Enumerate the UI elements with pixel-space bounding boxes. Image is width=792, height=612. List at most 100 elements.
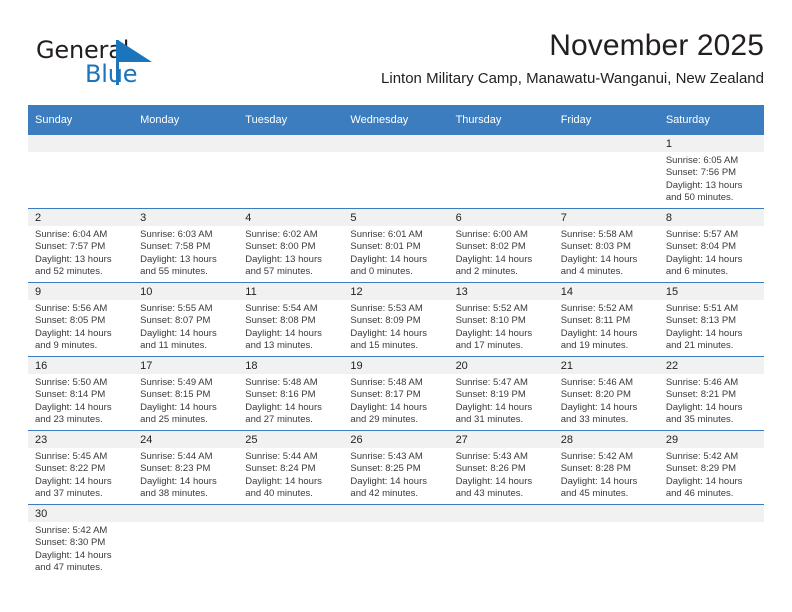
sunrise-time: Sunrise: 6:03 AM [140,229,213,240]
calendar-day-cell[interactable]: 9 Sunrise: 5:56 AM Sunset: 8:05 PM Daylight… [28,282,134,356]
day-number [238,504,344,522]
calendar-week-row: 30 Sunrise: 5:42 AM Sunset: 8:30 PM Dayligh… [28,504,764,576]
calendar-day-cell[interactable]: 25 Sunrise: 5:44 AM Sunset: 8:24 PM Dayligh… [238,430,344,504]
sunset-time: Sunset: 7:58 PM [140,241,211,253]
day-number: 6 [448,208,554,226]
calendar-week-row: 1 Sunrise: 6:05 AM Sunset: 7:56 PM Daylight… [28,134,764,208]
column-header-friday: Friday [553,105,659,134]
day-number: 27 [448,430,554,448]
day-sun-info: Sunrise: 5:43 AM Sunset: 8:25 PM Daylight:… [343,448,448,500]
calendar-day-cell[interactable]: 15 Sunrise: 5:51 AM Sunset: 8:13 PM Dayligh… [658,282,764,356]
calendar-week-row: 16 Sunrise: 5:50 AM Sunset: 8:14 PM Dayligh… [28,356,764,430]
day-number: 9 [28,282,134,300]
daylight-duration-line2: and 45 minutes. [560,487,629,499]
calendar-day-cell[interactable]: 22 Sunrise: 5:46 AM Sunset: 8:21 PM Dayligh… [658,356,764,430]
calendar-empty-cell [553,134,659,208]
calendar-day-cell[interactable]: 16 Sunrise: 5:50 AM Sunset: 8:14 PM Dayligh… [28,356,134,430]
daylight-duration-line2: and 47 minutes. [35,561,103,573]
daylight-duration-line1: Daylight: 14 hours [245,327,322,339]
calendar-day-cell[interactable]: 21 Sunrise: 5:46 AM Sunset: 8:20 PM Dayligh… [553,356,659,430]
general-blue-logo[interactable]: General Blue [36,36,176,92]
calendar-day-cell[interactable]: 20 Sunrise: 5:47 AM Sunset: 8:19 PM Dayligh… [448,356,554,430]
daylight-duration-line1: Daylight: 14 hours [560,327,638,339]
day-number: 13 [448,282,554,300]
day-number: 2 [28,208,134,226]
calendar-day-cell[interactable]: 12 Sunrise: 5:53 AM Sunset: 8:09 PM Dayligh… [343,282,449,356]
calendar-day-cell[interactable]: 27 Sunrise: 5:43 AM Sunset: 8:26 PM Dayligh… [448,430,554,504]
sunrise-time: Sunrise: 5:57 AM [665,229,739,240]
daylight-duration-line1: Daylight: 14 hours [455,475,533,487]
daylight-duration-line2: and 11 minutes. [140,339,208,351]
daylight-duration-line1: Daylight: 13 hours [140,253,217,265]
daylight-duration-line2: and 57 minutes. [245,265,313,277]
calendar-day-cell[interactable]: 3 Sunrise: 6:03 AM Sunset: 7:58 PM Daylight… [133,208,239,282]
calendar-day-cell[interactable]: 4 Sunrise: 6:02 AM Sunset: 8:00 PM Daylight… [238,208,344,282]
calendar-day-cell[interactable]: 11 Sunrise: 5:54 AM Sunset: 8:08 PM Dayligh… [238,282,344,356]
calendar-day-cell[interactable]: 17 Sunrise: 5:49 AM Sunset: 8:15 PM Dayligh… [133,356,239,430]
day-number: 22 [658,356,764,374]
sunset-time: Sunset: 8:11 PM [560,315,631,327]
day-number [553,504,659,522]
daylight-duration-line2: and 13 minutes. [245,339,313,351]
daylight-duration-line2: and 33 minutes. [560,413,629,425]
sunrise-sunset-calendar: Sunday Monday Tuesday Wednesday Thursday… [28,105,764,576]
calendar-day-cell[interactable]: 28 Sunrise: 5:42 AM Sunset: 8:28 PM Dayligh… [553,430,659,504]
triangle-flag-icon [118,40,152,62]
column-header-thursday: Thursday [448,105,554,134]
sunset-time: Sunset: 8:25 PM [350,463,421,475]
daylight-duration-line2: and 55 minutes. [140,265,208,277]
calendar-empty-cell [658,504,764,576]
daylight-duration-line1: Daylight: 14 hours [455,401,533,413]
calendar-day-cell[interactable]: 8 Sunrise: 5:57 AM Sunset: 8:04 PM Daylight… [658,208,764,282]
day-sun-info: Sunrise: 5:50 AM Sunset: 8:14 PM Daylight:… [28,374,133,426]
day-sun-info: Sunrise: 5:46 AM Sunset: 8:20 PM Daylight:… [554,374,659,426]
daylight-duration-line2: and 25 minutes. [140,413,208,425]
day-sun-info: Sunrise: 6:01 AM Sunset: 8:01 PM Daylight:… [343,226,448,278]
daylight-duration-line2: and 31 minutes. [455,413,524,425]
day-number [448,134,554,152]
sunset-time: Sunset: 8:03 PM [560,241,631,253]
day-sun-info: Sunrise: 5:48 AM Sunset: 8:16 PM Daylight:… [238,374,343,426]
calendar-header-row: Sunday Monday Tuesday Wednesday Thursday… [28,105,764,134]
sunrise-time: Sunrise: 5:42 AM [35,525,108,536]
sunrise-time: Sunrise: 5:44 AM [245,451,318,462]
day-sun-info: Sunrise: 6:04 AM Sunset: 7:57 PM Daylight:… [28,226,133,278]
sunset-time: Sunset: 7:57 PM [35,241,106,253]
calendar-day-cell[interactable]: 18 Sunrise: 5:48 AM Sunset: 8:16 PM Dayligh… [238,356,344,430]
calendar-day-cell[interactable]: 7 Sunrise: 5:58 AM Sunset: 8:03 PM Daylight… [553,208,659,282]
calendar-day-cell[interactable]: 19 Sunrise: 5:48 AM Sunset: 8:17 PM Dayligh… [343,356,449,430]
calendar-day-cell[interactable]: 29 Sunrise: 5:42 AM Sunset: 8:29 PM Dayligh… [658,430,764,504]
calendar-day-cell[interactable]: 30 Sunrise: 5:42 AM Sunset: 8:30 PM Dayligh… [28,504,134,576]
sunset-time: Sunset: 8:14 PM [35,389,106,401]
calendar-day-cell[interactable]: 5 Sunrise: 6:01 AM Sunset: 8:01 PM Daylight… [343,208,449,282]
sunrise-time: Sunrise: 5:48 AM [245,377,318,388]
calendar-day-cell[interactable]: 2 Sunrise: 6:04 AM Sunset: 7:57 PM Daylight… [28,208,134,282]
sunrise-time: Sunrise: 6:04 AM [35,229,108,240]
day-number [448,504,554,522]
calendar-week-row: 2 Sunrise: 6:04 AM Sunset: 7:57 PM Daylight… [28,208,764,282]
daylight-duration-line1: Daylight: 14 hours [560,475,638,487]
sunrise-time: Sunrise: 5:51 AM [665,303,739,314]
daylight-duration-line2: and 9 minutes. [35,339,98,351]
day-number: 4 [238,208,344,226]
calendar-day-cell[interactable]: 24 Sunrise: 5:44 AM Sunset: 8:23 PM Dayligh… [133,430,239,504]
daylight-duration-line1: Daylight: 14 hours [35,401,112,413]
daylight-duration-line1: Daylight: 14 hours [350,401,427,413]
calendar-day-cell[interactable]: 6 Sunrise: 6:00 AM Sunset: 8:02 PM Daylight… [448,208,554,282]
day-sun-info: Sunrise: 5:42 AM Sunset: 8:29 PM Daylight:… [659,448,764,500]
day-number: 24 [133,430,239,448]
calendar-day-cell[interactable]: 23 Sunrise: 5:45 AM Sunset: 8:22 PM Dayligh… [28,430,134,504]
calendar-day-cell[interactable]: 10 Sunrise: 5:55 AM Sunset: 8:07 PM Dayligh… [133,282,239,356]
calendar-day-cell[interactable]: 26 Sunrise: 5:43 AM Sunset: 8:25 PM Dayligh… [343,430,449,504]
day-sun-info: Sunrise: 5:57 AM Sunset: 8:04 PM Daylight:… [659,226,764,278]
daylight-duration-line1: Daylight: 14 hours [665,253,743,265]
sunrise-time: Sunrise: 6:02 AM [245,229,318,240]
day-sun-info: Sunrise: 5:58 AM Sunset: 8:03 PM Daylight:… [554,226,659,278]
daylight-duration-line2: and 6 minutes. [665,265,729,277]
sunrise-time: Sunrise: 5:54 AM [245,303,318,314]
sunrise-time: Sunrise: 5:42 AM [560,451,634,462]
calendar-day-cell[interactable]: 14 Sunrise: 5:52 AM Sunset: 8:11 PM Dayligh… [553,282,659,356]
sunset-time: Sunset: 8:21 PM [665,389,737,401]
calendar-day-cell[interactable]: 13 Sunrise: 5:52 AM Sunset: 8:10 PM Dayligh… [448,282,554,356]
calendar-day-cell[interactable]: 1 Sunrise: 6:05 AM Sunset: 7:56 PM Daylight… [658,134,764,208]
